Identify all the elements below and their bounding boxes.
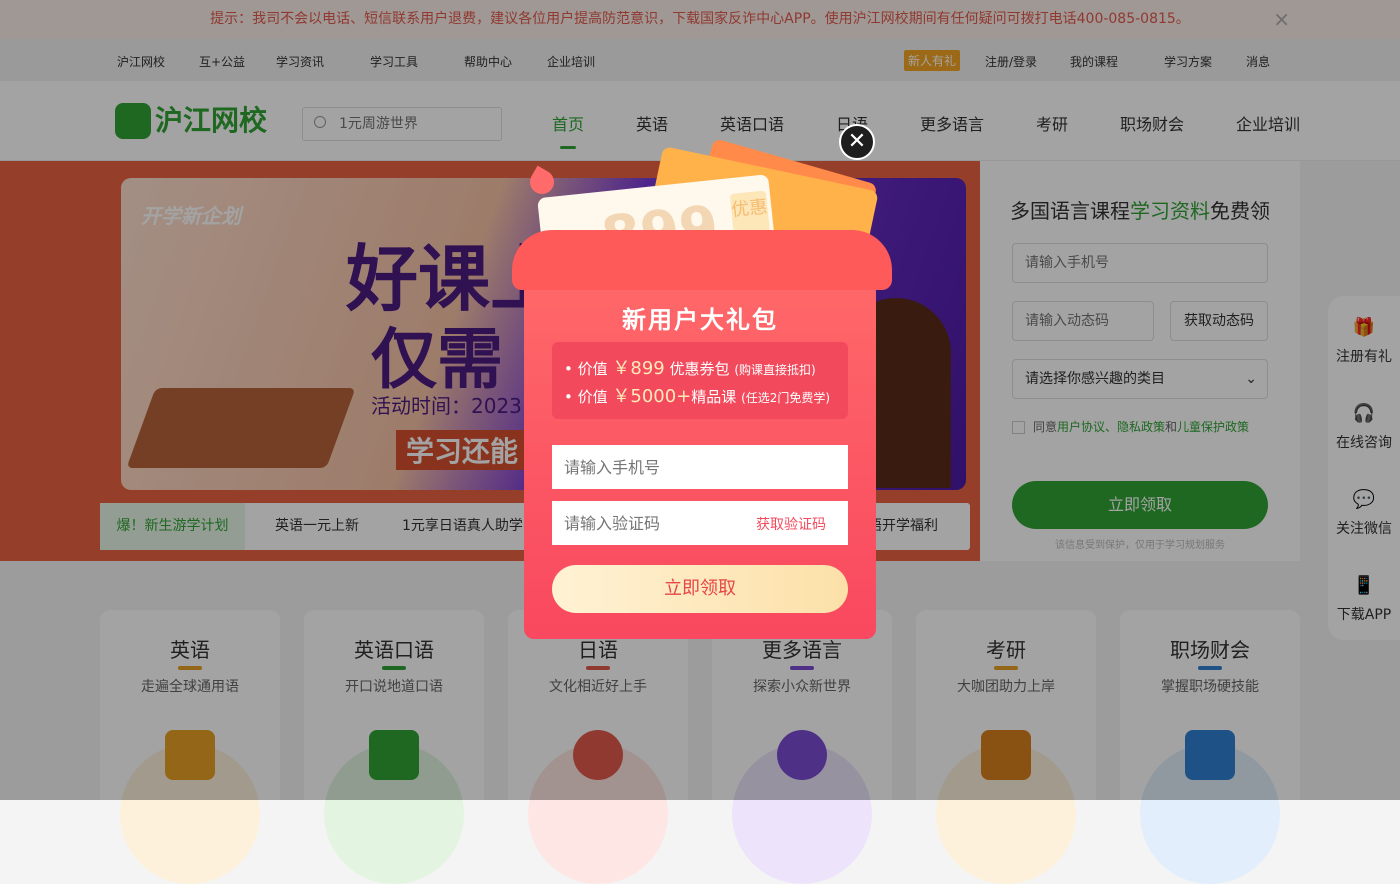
- popup-benefits: • 价值 ￥899 优惠券包 (购课直接抵扣) • 价值 ￥5000+精品课 (…: [552, 342, 848, 419]
- close-icon[interactable]: ✕: [839, 124, 875, 160]
- popup-title: 新用户大礼包: [622, 305, 778, 334]
- benefit-line-2: • 价值 ￥5000+精品课 (任选2门免费学): [564, 386, 831, 407]
- benefit-line-1: • 价值 ￥899 优惠券包 (购课直接抵扣): [564, 358, 816, 379]
- popup-get-code-button[interactable]: 获取验证码: [756, 514, 826, 534]
- popup-phone-field[interactable]: [552, 445, 848, 489]
- popup-submit-button[interactable]: 立即领取: [552, 565, 848, 613]
- popup-ribbon: [512, 230, 892, 290]
